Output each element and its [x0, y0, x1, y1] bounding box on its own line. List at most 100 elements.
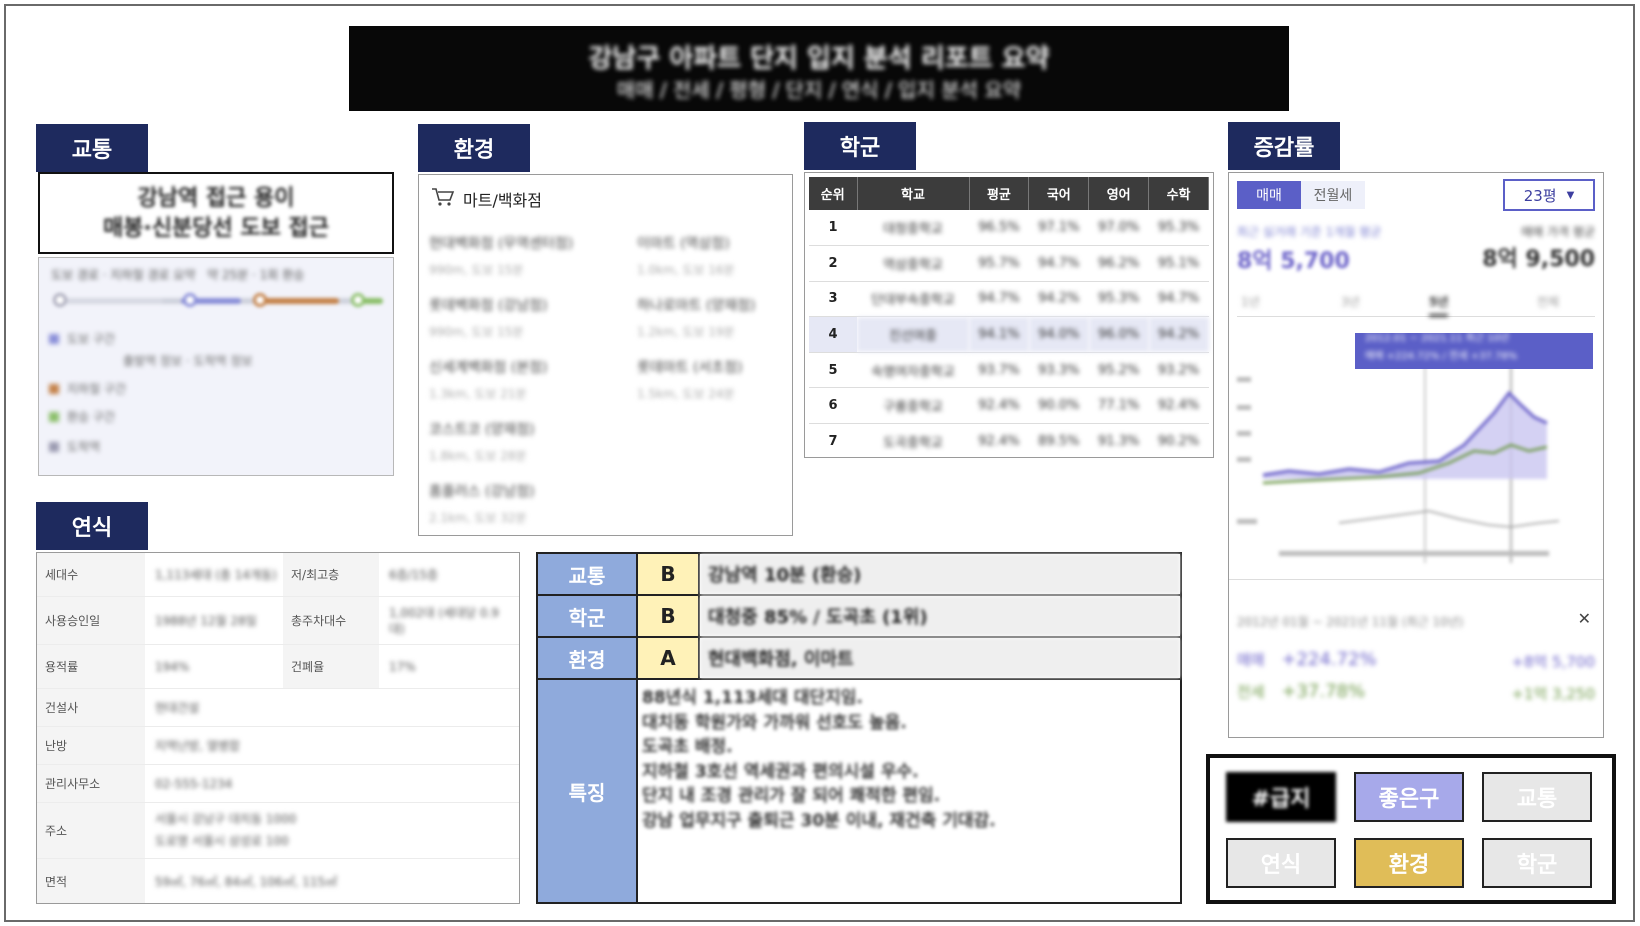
summary-key: 환경	[538, 638, 638, 678]
environment-category-label: 마트/백화점	[463, 191, 542, 210]
env-item: 롯데마트 (서초점) 1.5km, 도보 24분	[637, 360, 743, 401]
svg-text:2012.01 ~ 2021.11 최근 10년: 2012.01 ~ 2021.11 최근 10년	[1365, 333, 1509, 344]
banner-subtitle: 매매 / 전세 / 평형 / 단지 / 연식 / 입지 분석 요약	[616, 78, 1022, 102]
chart-lines	[1237, 343, 1560, 563]
summary-row-transit: 교통 B 강남역 10분 (환승)	[538, 554, 1180, 596]
summary-key: 특징	[538, 680, 638, 902]
info-row: 세대수 1,113세대 (총 14개동) 저/최고층 6층/15층	[37, 553, 519, 597]
size-select-value: 23평	[1523, 186, 1557, 205]
summary-key: 교통	[538, 554, 638, 594]
rate-panel: 매매 전월세 23평 ▼ 최근 실거래 기준 1개월 평균 매매 가격 평균 8…	[1228, 172, 1604, 738]
rate-period: 2012년 01월 ~ 2021년 11월 (최근 10년)	[1237, 615, 1464, 629]
tab-sale[interactable]: 매매	[1237, 181, 1301, 209]
summary-row-school: 학군 B 대청중 85% / 도곡초 (1위)	[538, 596, 1180, 638]
col-rank: 순위	[809, 177, 858, 210]
col-kor: 국어	[1028, 177, 1090, 210]
summary-grade: A	[638, 638, 700, 678]
tag-button[interactable]: 환경	[1354, 838, 1464, 888]
banner-title: 강남구 아파트 단지 입지 분석 리포트 요약	[588, 44, 1050, 74]
tab-rent[interactable]: 전월세	[1301, 181, 1365, 209]
section-tag-year: 연식	[36, 502, 148, 550]
svg-text:매매 +224.72% / 전세 +37.78%: 매매 +224.72% / 전세 +37.78%	[1365, 350, 1517, 362]
section-tag-transit: 교통	[36, 124, 148, 172]
summary-value: 대청중 85% / 도곡초 (1위)	[700, 596, 1180, 636]
cart-icon	[431, 187, 455, 211]
rent-rate-row: 전세 +37.78%	[1237, 681, 1366, 702]
table-row[interactable]: 6 구룡중학교 92.4% 90.0% 77.1% 92.4%	[809, 387, 1209, 425]
section-tag-environment: 환경	[418, 124, 530, 172]
tag-button[interactable]: 연식	[1226, 838, 1336, 888]
summary-value: 현대백화점, 이마트	[700, 638, 1180, 678]
range-tab[interactable]: 3년	[1341, 293, 1360, 310]
title-banner: 강남구 아파트 단지 입지 분석 리포트 요약 매매 / 전세 / 평형 / 단…	[349, 26, 1289, 111]
size-select[interactable]: 23평 ▼	[1503, 179, 1595, 211]
table-row[interactable]: 3 단대부속중학교 94.7% 94.2% 95.3% 94.7%	[809, 281, 1209, 318]
env-item: 하나로마트 (양재점) 1.2km, 도보 19분	[637, 298, 756, 339]
col-school: 학교	[857, 177, 970, 210]
legend-row-4: 도착역	[49, 438, 100, 455]
summary-value: 강남역 10분 (환승)	[700, 554, 1180, 594]
env-item: 이마트 (역삼점) 1.0km, 도보 16분	[637, 236, 735, 277]
info-row: 사용승인일 1988년 12월 28일 총주차대수 1,002대 (세대당 0.…	[37, 597, 519, 645]
transit-route-panel: 도보 경로 · 지하철 경로 요약 약 25분 · 1회 환승 도보 구간 출발…	[38, 257, 394, 476]
table-row[interactable]: 5 숙명여자중학교 93.7% 93.3% 95.2% 93.2%	[809, 352, 1209, 389]
chart-tooltip: 2012.01 ~ 2021.11 최근 10년 매매 +224.72% / 전…	[1355, 333, 1593, 369]
route-label: 도보 경로 · 지하철 경로 요약	[51, 268, 196, 282]
environment-panel: 마트/백화점 현대백화점 (무역센터점) 990m, 도보 15분 이마트 (역삼…	[418, 174, 793, 536]
route-line	[53, 293, 383, 307]
chevron-down-icon: ▼	[1566, 189, 1575, 201]
tag-button[interactable]: 교통	[1482, 772, 1592, 822]
section-tag-school: 학군	[804, 122, 916, 170]
sale-rate-row: 매매 +224.72%	[1237, 649, 1377, 670]
col-avg: 평균	[969, 177, 1030, 210]
section-tag-rate: 증감률	[1228, 122, 1340, 170]
table-row[interactable]: 2 역삼중학교 95.7% 94.7% 96.2% 95.1%	[809, 245, 1209, 282]
feature-text: 88년식 1,113세대 대단지임. 대치동 학원가와 가까워 선호도 높음. …	[642, 688, 996, 831]
env-item: 롯데백화점 (강남점) 990m, 도보 15분	[429, 298, 548, 339]
summary-row-features: 특징 88년식 1,113세대 대단지임. 대치동 학원가와 가까워 선호도 높…	[538, 680, 1180, 902]
info-row: 난방 지역난방, 열병합	[37, 727, 519, 765]
summary-key: 학군	[538, 596, 638, 636]
legend-row-1: 도보 구간	[49, 330, 115, 347]
route-summary: 도보 경로 · 지하철 경로 요약 약 25분 · 1회 환승	[51, 266, 304, 283]
legend-notes: 출발역 정보 · 도착역 정보	[123, 354, 253, 368]
transit-headline-2: 매봉·신분당선 도보 접근	[102, 216, 330, 241]
legend-row-2: 지하철 구간	[49, 380, 126, 397]
school-table: 순위 학교 평균 국어 영어 수학 1 대청중학교 96.5% 97.1% 97.0% 9…	[809, 177, 1209, 457]
tag-button[interactable]: 좋은구	[1354, 772, 1464, 822]
range-tab-active[interactable]: 5년	[1429, 293, 1449, 317]
close-icon[interactable]: ✕	[1578, 609, 1591, 628]
info-row: 용적률 194% 건폐율 17%	[37, 645, 519, 689]
env-item: 신세계백화점 (본점) 1.3km, 도보 21분	[429, 360, 548, 401]
school-table-header: 순위 학교 평균 국어 영어 수학	[809, 177, 1209, 210]
route-meta: 약 25분 · 1회 환승	[207, 268, 305, 282]
tag-box: #급지 좋은구 교통 연식 환경 학군	[1206, 754, 1616, 904]
school-panel: 순위 학교 평균 국어 영어 수학 1 대청중학교 96.5% 97.1% 97.0% 9…	[804, 172, 1214, 458]
recent-label-right: 매매 가격 평균	[1521, 225, 1595, 239]
price-right: 8억 9,500	[1482, 247, 1595, 272]
price-left: 8억 5,700	[1237, 249, 1350, 274]
col-math: 수학	[1148, 177, 1209, 210]
transit-headline-1: 강남역 접근 용이	[137, 186, 295, 211]
sale-note: +8억 5,700	[1511, 653, 1595, 671]
range-tab[interactable]: 전체	[1537, 293, 1559, 310]
legend-row-3: 환승 구간	[49, 408, 115, 425]
rate-chart[interactable]: 2012.01 ~ 2021.11 최근 10년 매매 +224.72% / 전…	[1229, 333, 1604, 573]
year-panel: 세대수 1,113세대 (총 14개동) 저/최고층 6층/15층 사용승인일 …	[36, 552, 520, 904]
summary-grade: B	[638, 554, 700, 594]
table-row[interactable]: 7 도곡중학교 92.4% 89.5% 91.3% 90.2%	[809, 423, 1209, 457]
info-row: 건설사 현대건설	[37, 689, 519, 727]
table-row[interactable]: 1 대청중학교 96.5% 97.1% 97.0% 95.3%	[809, 210, 1209, 247]
tag-button[interactable]: 학군	[1482, 838, 1592, 888]
env-item: 홈플러스 (강남점) 2.1km, 도보 32분	[429, 484, 535, 525]
col-eng: 영어	[1088, 177, 1150, 210]
transit-headline-box: 강남역 접근 용이 매봉·신분당선 도보 접근	[38, 172, 394, 254]
environment-category[interactable]: 마트/백화점	[431, 187, 542, 211]
info-row: 면적 59㎡, 76㎡, 84㎡, 106㎡, 115㎡	[37, 859, 519, 903]
range-tab[interactable]: 1년	[1241, 293, 1260, 310]
tag-button[interactable]: #급지	[1226, 772, 1336, 822]
recent-label: 최근 실거래 기준 1개월 평균	[1237, 225, 1382, 239]
table-row-highlighted[interactable]: 4 진선여중 94.1% 94.0% 96.0% 94.2%	[809, 316, 1209, 353]
rent-note: +1억 3,250	[1511, 685, 1595, 703]
range-tabs: 1년 3년 5년 전체	[1237, 287, 1595, 317]
